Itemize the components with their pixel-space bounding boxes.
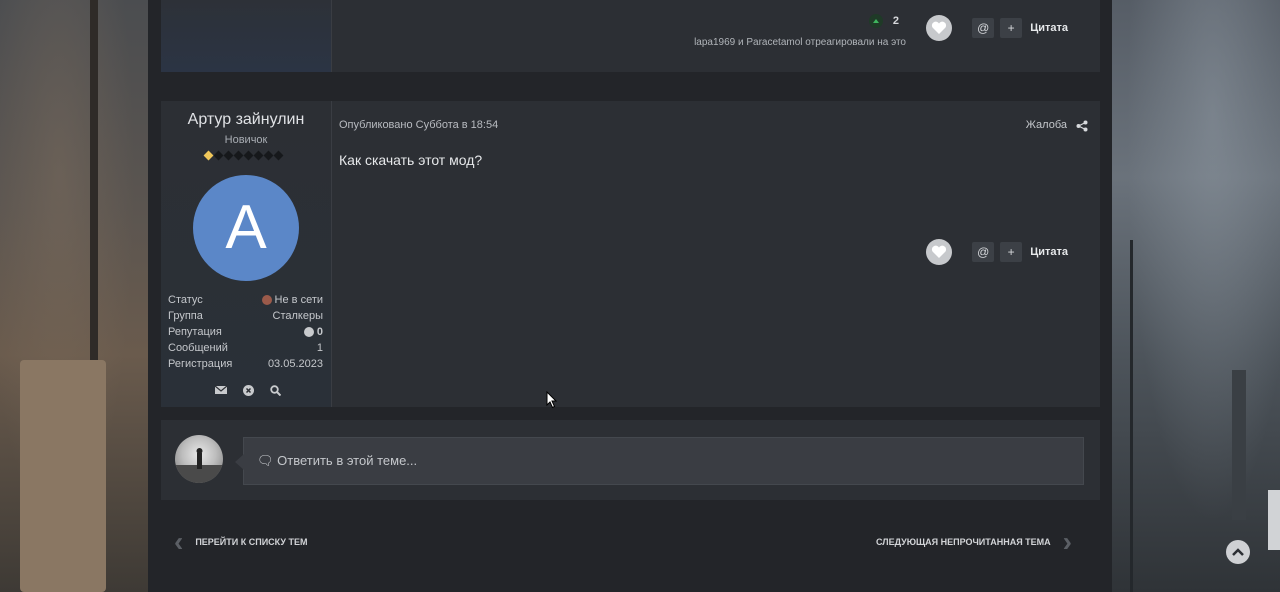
reaction-icon xyxy=(868,14,883,28)
stat-row: Группа Сталкеры xyxy=(168,308,323,324)
stat-label: Репутация xyxy=(168,326,222,338)
multiquote-button[interactable]: + xyxy=(1000,242,1023,262)
envelope-icon[interactable] xyxy=(215,385,227,395)
rank-pip xyxy=(273,150,284,161)
page-scrollbar-thumb[interactable] xyxy=(1268,490,1280,550)
rank-pip xyxy=(233,150,244,161)
stat-value: 0 xyxy=(316,326,323,338)
author-tools xyxy=(215,385,281,396)
previous-post: 2 lapa1969 и Paracetamol отреагировали н… xyxy=(161,0,1100,72)
comment-icon: 🗨︎ xyxy=(257,453,274,468)
multiquote-button[interactable]: + xyxy=(1000,18,1023,38)
background-right xyxy=(1112,0,1280,592)
author-stats: Статус Не в сети Группа Сталкеры Репутац… xyxy=(168,292,323,372)
previous-post-actions: @ + Цитата xyxy=(926,15,1068,41)
stat-row: Статус Не в сети xyxy=(168,292,323,308)
chevron-left-icon: ‹ xyxy=(174,526,184,557)
rank-pips xyxy=(203,150,284,161)
back-to-topics-label: ПЕРЕЙТИ К СПИСКУ ТЕМ xyxy=(195,537,308,547)
rank-pip xyxy=(253,150,264,161)
reply-input[interactable]: 🗨︎ Ответить в этой теме... xyxy=(235,437,1084,485)
quote-button[interactable]: Цитата xyxy=(1030,22,1068,34)
back-to-topics-link[interactable]: ‹ ПЕРЕЙТИ К СПИСКУ ТЕМ xyxy=(174,528,308,556)
heart-icon xyxy=(932,245,947,258)
author-rank: Новичок xyxy=(224,134,268,146)
author-name[interactable]: Артур зайнулин xyxy=(161,111,331,129)
reaction-count: 2 xyxy=(892,15,899,27)
reacted-by-text[interactable]: lapa1969 и Paracetamol отреагировали на … xyxy=(694,37,906,48)
reputation-icon xyxy=(303,327,314,337)
post-published-date[interactable]: Опубликовано Суббота в 18:54 xyxy=(339,119,498,131)
mention-button[interactable]: @ xyxy=(972,18,995,38)
scroll-to-top-button[interactable] xyxy=(1226,540,1250,564)
chevron-up-icon xyxy=(1232,548,1244,556)
stat-row: Сообщений 1 xyxy=(168,340,323,356)
rank-pip xyxy=(243,150,254,161)
next-unread-label: СЛЕДУЮЩАЯ НЕПРОЧИТАННАЯ ТЕМА xyxy=(875,537,1051,547)
reply-box: 🗨︎ Ответить в этой теме... xyxy=(161,420,1100,500)
heart-icon xyxy=(932,21,947,34)
previous-post-author-column xyxy=(161,0,332,72)
rank-pip-filled xyxy=(203,150,214,161)
post-content: Как скачать этот мод? xyxy=(339,152,483,168)
mention-button[interactable]: @ xyxy=(972,242,995,262)
stat-label: Группа xyxy=(168,310,203,322)
next-unread-topic-link[interactable]: СЛЕДУЮЩАЯ НЕПРОЧИТАННАЯ ТЕМА › xyxy=(876,528,1072,556)
stat-row: Репутация 0 xyxy=(168,324,323,340)
stat-value: 03.05.2023 xyxy=(267,358,323,370)
reaction-summary[interactable]: 2 xyxy=(868,14,899,28)
rank-pip xyxy=(223,150,234,161)
user-avatar-image xyxy=(175,448,223,483)
background-post xyxy=(20,360,106,592)
reply-placeholder: Ответить в этой теме... xyxy=(277,453,418,468)
share-icon[interactable] xyxy=(1076,120,1088,132)
like-button[interactable] xyxy=(926,239,953,265)
stat-value: 1 xyxy=(316,342,323,354)
chevron-right-icon: › xyxy=(1062,526,1072,557)
quote-button[interactable]: Цитата xyxy=(1030,246,1068,258)
forum-post: Артур зайнулин Новичок A Статус Не в сет… xyxy=(161,101,1100,407)
ignore-icon[interactable] xyxy=(243,385,254,396)
like-button[interactable] xyxy=(926,15,953,41)
mouse-cursor-icon xyxy=(546,391,558,409)
search-icon[interactable] xyxy=(270,385,281,396)
background-left xyxy=(0,0,148,592)
stat-label: Сообщений xyxy=(168,342,228,354)
current-user-avatar[interactable] xyxy=(175,435,223,483)
stat-label: Статус xyxy=(168,294,203,306)
report-link[interactable]: Жалоба xyxy=(1026,119,1067,131)
rank-pip xyxy=(213,150,224,161)
post-actions: @ + Цитата xyxy=(926,239,1068,265)
rank-pip xyxy=(263,150,274,161)
stat-value: Сталкеры xyxy=(272,310,323,322)
offline-status-icon xyxy=(261,295,272,305)
forum-content: 2 lapa1969 и Paracetamol отреагировали н… xyxy=(148,0,1112,592)
background-tower xyxy=(1232,370,1246,520)
author-column: Артур зайнулин Новичок A Статус Не в сет… xyxy=(161,101,332,407)
author-avatar[interactable]: A xyxy=(193,175,299,281)
background-tree xyxy=(1130,240,1133,592)
stat-value: Не в сети xyxy=(274,294,323,306)
stat-label: Регистрация xyxy=(168,358,233,370)
stat-row: Регистрация 03.05.2023 xyxy=(168,356,323,372)
